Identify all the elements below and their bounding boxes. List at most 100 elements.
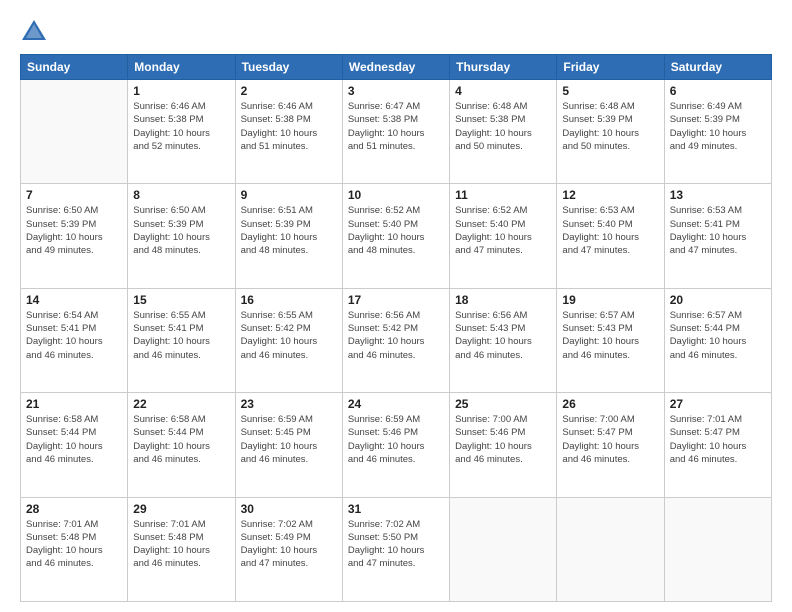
day-info: Sunrise: 6:53 AM Sunset: 5:40 PM Dayligh… — [562, 204, 658, 257]
day-info: Sunrise: 6:57 AM Sunset: 5:43 PM Dayligh… — [562, 309, 658, 362]
calendar-cell: 3Sunrise: 6:47 AM Sunset: 5:38 PM Daylig… — [342, 80, 449, 184]
day-info: Sunrise: 6:49 AM Sunset: 5:39 PM Dayligh… — [670, 100, 766, 153]
calendar-cell: 2Sunrise: 6:46 AM Sunset: 5:38 PM Daylig… — [235, 80, 342, 184]
calendar-cell — [450, 497, 557, 601]
calendar-week-row: 1 Sunrise: 6:46 AM Sunset: 5:38 PM Daylig… — [21, 80, 772, 184]
page: SundayMondayTuesdayWednesdayThursdayFrid… — [0, 0, 792, 612]
day-info: Sunrise: 7:01 AM Sunset: 5:47 PM Dayligh… — [670, 413, 766, 466]
logo — [20, 18, 50, 46]
calendar-cell: 28 Sunrise: 7:01 AM Sunset: 5:48 PM Dayli… — [21, 497, 128, 601]
day-number: 31 — [348, 502, 444, 516]
calendar-cell: 13Sunrise: 6:53 AM Sunset: 5:41 PM Dayli… — [664, 184, 771, 288]
day-number: 2 — [241, 84, 337, 98]
day-info: Sunrise: 7:00 AM Sunset: 5:46 PM Dayligh… — [455, 413, 551, 466]
calendar-cell: 9 Sunrise: 6:51 AM Sunset: 5:39 PM Daylig… — [235, 184, 342, 288]
calendar-cell: 20 Sunrise: 6:57 AM Sunset: 5:44 PM Dayli… — [664, 288, 771, 392]
calendar-cell: 6 Sunrise: 6:49 AM Sunset: 5:39 PM Daylig… — [664, 80, 771, 184]
day-number: 6 — [670, 84, 766, 98]
calendar-cell: 22 Sunrise: 6:58 AM Sunset: 5:44 PM Dayli… — [128, 393, 235, 497]
day-number: 24 — [348, 397, 444, 411]
day-header-tuesday: Tuesday — [235, 55, 342, 80]
calendar-cell: 27 Sunrise: 7:01 AM Sunset: 5:47 PM Dayli… — [664, 393, 771, 497]
day-number: 11 — [455, 188, 551, 202]
logo-icon — [20, 18, 48, 46]
calendar-cell: 1 Sunrise: 6:46 AM Sunset: 5:38 PM Daylig… — [128, 80, 235, 184]
day-number: 5 — [562, 84, 658, 98]
calendar-cell: 21 Sunrise: 6:58 AM Sunset: 5:44 PM Dayli… — [21, 393, 128, 497]
day-info: Sunrise: 6:52 AM Sunset: 5:40 PM Dayligh… — [455, 204, 551, 257]
day-header-saturday: Saturday — [664, 55, 771, 80]
day-info: Sunrise: 6:55 AM Sunset: 5:42 PM Dayligh… — [241, 309, 337, 362]
calendar-cell — [664, 497, 771, 601]
calendar-cell — [21, 80, 128, 184]
day-info: Sunrise: 6:50 AM Sunset: 5:39 PM Dayligh… — [133, 204, 229, 257]
day-number: 9 — [241, 188, 337, 202]
day-info: Sunrise: 6:58 AM Sunset: 5:44 PM Dayligh… — [26, 413, 122, 466]
day-number: 23 — [241, 397, 337, 411]
calendar-cell: 29 Sunrise: 7:01 AM Sunset: 5:48 PM Dayli… — [128, 497, 235, 601]
day-info: Sunrise: 6:57 AM Sunset: 5:44 PM Dayligh… — [670, 309, 766, 362]
calendar-cell: 4Sunrise: 6:48 AM Sunset: 5:38 PM Daylig… — [450, 80, 557, 184]
day-number: 19 — [562, 293, 658, 307]
day-header-monday: Monday — [128, 55, 235, 80]
day-number: 20 — [670, 293, 766, 307]
calendar-cell: 11 Sunrise: 6:52 AM Sunset: 5:40 PM Dayli… — [450, 184, 557, 288]
calendar-cell: 31 Sunrise: 7:02 AM Sunset: 5:50 PM Dayli… — [342, 497, 449, 601]
calendar-cell: 8 Sunrise: 6:50 AM Sunset: 5:39 PM Daylig… — [128, 184, 235, 288]
day-header-thursday: Thursday — [450, 55, 557, 80]
day-info: Sunrise: 6:59 AM Sunset: 5:45 PM Dayligh… — [241, 413, 337, 466]
day-info: Sunrise: 6:59 AM Sunset: 5:46 PM Dayligh… — [348, 413, 444, 466]
calendar-cell: 25 Sunrise: 7:00 AM Sunset: 5:46 PM Dayli… — [450, 393, 557, 497]
day-info: Sunrise: 6:55 AM Sunset: 5:41 PM Dayligh… — [133, 309, 229, 362]
day-number: 15 — [133, 293, 229, 307]
day-number: 30 — [241, 502, 337, 516]
calendar-header-row: SundayMondayTuesdayWednesdayThursdayFrid… — [21, 55, 772, 80]
calendar-table: SundayMondayTuesdayWednesdayThursdayFrid… — [20, 54, 772, 602]
day-number: 16 — [241, 293, 337, 307]
day-number: 10 — [348, 188, 444, 202]
day-info: Sunrise: 6:47 AM Sunset: 5:38 PM Dayligh… — [348, 100, 444, 153]
day-number: 22 — [133, 397, 229, 411]
day-info: Sunrise: 6:53 AM Sunset: 5:41 PM Dayligh… — [670, 204, 766, 257]
day-info: Sunrise: 7:02 AM Sunset: 5:49 PM Dayligh… — [241, 518, 337, 571]
calendar-cell: 30 Sunrise: 7:02 AM Sunset: 5:49 PM Dayli… — [235, 497, 342, 601]
day-number: 8 — [133, 188, 229, 202]
calendar-cell: 5Sunrise: 6:48 AM Sunset: 5:39 PM Daylig… — [557, 80, 664, 184]
day-info: Sunrise: 6:56 AM Sunset: 5:42 PM Dayligh… — [348, 309, 444, 362]
calendar-cell: 16 Sunrise: 6:55 AM Sunset: 5:42 PM Dayli… — [235, 288, 342, 392]
day-info: Sunrise: 6:52 AM Sunset: 5:40 PM Dayligh… — [348, 204, 444, 257]
day-number: 1 — [133, 84, 229, 98]
day-info: Sunrise: 7:02 AM Sunset: 5:50 PM Dayligh… — [348, 518, 444, 571]
day-info: Sunrise: 6:50 AM Sunset: 5:39 PM Dayligh… — [26, 204, 122, 257]
day-info: Sunrise: 6:58 AM Sunset: 5:44 PM Dayligh… — [133, 413, 229, 466]
day-number: 25 — [455, 397, 551, 411]
calendar-cell: 18Sunrise: 6:56 AM Sunset: 5:43 PM Dayli… — [450, 288, 557, 392]
calendar-week-row: 7 Sunrise: 6:50 AM Sunset: 5:39 PM Daylig… — [21, 184, 772, 288]
day-number: 17 — [348, 293, 444, 307]
day-number: 21 — [26, 397, 122, 411]
calendar-cell: 12 Sunrise: 6:53 AM Sunset: 5:40 PM Dayli… — [557, 184, 664, 288]
day-number: 27 — [670, 397, 766, 411]
day-info: Sunrise: 6:46 AM Sunset: 5:38 PM Dayligh… — [133, 100, 229, 153]
day-header-friday: Friday — [557, 55, 664, 80]
day-info: Sunrise: 7:01 AM Sunset: 5:48 PM Dayligh… — [133, 518, 229, 571]
day-number: 28 — [26, 502, 122, 516]
calendar-cell: 10 Sunrise: 6:52 AM Sunset: 5:40 PM Dayli… — [342, 184, 449, 288]
day-number: 14 — [26, 293, 122, 307]
day-number: 29 — [133, 502, 229, 516]
calendar-week-row: 28 Sunrise: 7:01 AM Sunset: 5:48 PM Dayli… — [21, 497, 772, 601]
day-info: Sunrise: 7:00 AM Sunset: 5:47 PM Dayligh… — [562, 413, 658, 466]
day-number: 7 — [26, 188, 122, 202]
day-header-wednesday: Wednesday — [342, 55, 449, 80]
calendar-week-row: 21 Sunrise: 6:58 AM Sunset: 5:44 PM Dayli… — [21, 393, 772, 497]
calendar-cell — [557, 497, 664, 601]
day-info: Sunrise: 6:54 AM Sunset: 5:41 PM Dayligh… — [26, 309, 122, 362]
day-number: 12 — [562, 188, 658, 202]
calendar-cell: 19 Sunrise: 6:57 AM Sunset: 5:43 PM Dayli… — [557, 288, 664, 392]
day-number: 26 — [562, 397, 658, 411]
calendar-cell: 7 Sunrise: 6:50 AM Sunset: 5:39 PM Daylig… — [21, 184, 128, 288]
day-number: 4 — [455, 84, 551, 98]
calendar-cell: 15 Sunrise: 6:55 AM Sunset: 5:41 PM Dayli… — [128, 288, 235, 392]
day-info: Sunrise: 6:51 AM Sunset: 5:39 PM Dayligh… — [241, 204, 337, 257]
day-info: Sunrise: 7:01 AM Sunset: 5:48 PM Dayligh… — [26, 518, 122, 571]
